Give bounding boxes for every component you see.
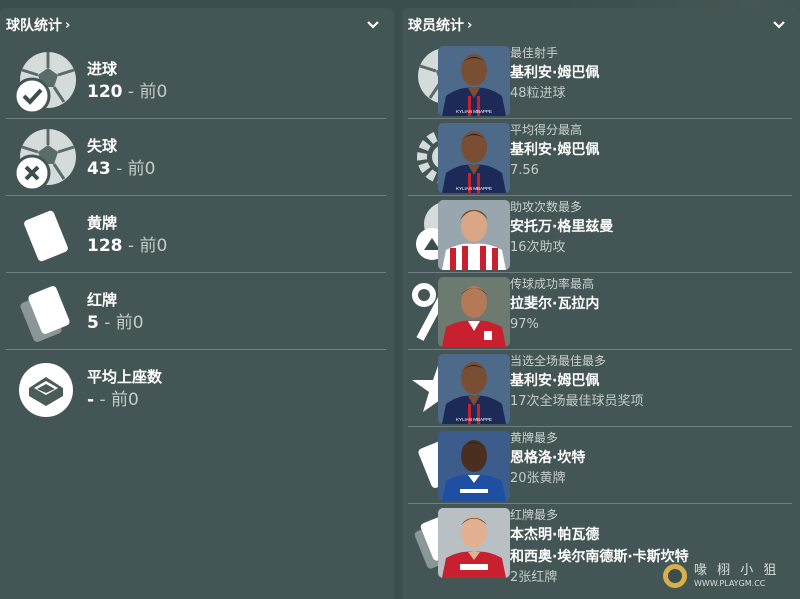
team-stat-goals[interactable]: 进球 120 - 前0 (6, 42, 386, 119)
player-photo[interactable]: KYLIAN MBAPPE (438, 354, 510, 424)
team-stats-collapse-button[interactable] (364, 16, 382, 34)
player-photo[interactable] (438, 200, 510, 270)
goal-conceded-icon (13, 129, 76, 192)
jersey-text: KYLIAN MBAPPE (456, 417, 492, 422)
category-label: 平均得分最高 (510, 123, 583, 137)
stat-separator: - (94, 390, 112, 410)
player-stat-most-motm[interactable]: KYLIAN MBAPPE 当选全场最佳最多 基利安·姆巴佩 17次全场最佳球员… (408, 350, 792, 427)
stat-value: 43 (87, 159, 111, 179)
player-stats-header: 球员统计 › (402, 8, 800, 42)
stat-separator: - (122, 236, 140, 256)
stat-label: 进球 (87, 60, 118, 78)
team-stat-yellow-cards[interactable]: 黄牌 128 - 前0 (6, 196, 386, 273)
player-stat-value: 17次全场最佳球员奖项 (510, 394, 644, 409)
player-name[interactable]: 基利安·姆巴佩 (510, 370, 800, 392)
category-label: 红牌最多 (510, 508, 559, 522)
player-photo[interactable] (438, 431, 510, 501)
player-photo[interactable]: KYLIAN MBAPPE (438, 46, 510, 116)
stat-previous: 前0 (127, 159, 156, 179)
player-stat-value: 48粒进球 (510, 86, 566, 101)
stat-previous: 前0 (139, 236, 168, 256)
player-stat-top-scorer[interactable]: KYLIAN MBAPPE 最佳射手 基利安·姆巴佩 48粒进球 (408, 42, 792, 119)
red-card-icon (20, 286, 70, 342)
stat-separator: - (98, 313, 116, 333)
player-stats-title: 球员统计 (408, 18, 464, 34)
stat-value: 128 (87, 236, 123, 256)
player-stat-value: 16次助攻 (510, 240, 566, 255)
player-stats-collapse-button[interactable] (770, 16, 788, 34)
stat-previous: 前0 (111, 390, 139, 410)
player-stat-value: 20张黄牌 (510, 471, 566, 486)
team-stat-red-cards[interactable]: 红牌 5 - 前0 (6, 273, 386, 350)
stat-label: 黄牌 (87, 214, 118, 232)
team-stats-panel: 球队统计 › 进球 120 - 前0 失球 43 - 前0 黄牌 128 - 前… (0, 8, 394, 599)
category-label: 黄牌最多 (510, 431, 559, 445)
watermark-logo-icon (663, 564, 687, 588)
category-label: 最佳射手 (510, 46, 559, 60)
watermark-text: 喙 栩 小 狙 (694, 563, 780, 578)
player-name[interactable]: 安托万·格里兹曼 (510, 216, 800, 238)
player-stat-value: 97% (510, 317, 539, 332)
goal-scored-icon (13, 52, 76, 115)
team-stat-attendance[interactable]: 平均上座数 - - 前0 (6, 350, 386, 427)
stat-label: 红牌 (87, 291, 118, 309)
player-photo[interactable]: KYLIAN MBAPPE (438, 123, 510, 193)
team-stat-conceded[interactable]: 失球 43 - 前0 (6, 119, 386, 196)
player-name[interactable]: 恩格洛·坎特 (510, 447, 800, 469)
player-name[interactable]: 本杰明·帕瓦德 (510, 524, 800, 546)
player-stat-avg-rating[interactable]: KYLIAN MBAPPE 平均得分最高 基利安·姆巴佩 7.56 (408, 119, 792, 196)
player-photo[interactable] (438, 508, 510, 578)
player-name[interactable]: 拉斐尔·瓦拉内 (510, 293, 800, 315)
stat-value: 120 (87, 82, 123, 102)
chevron-right-icon: › (467, 17, 473, 33)
chevron-down-icon (367, 21, 379, 29)
stat-previous: 前0 (139, 82, 168, 102)
category-label: 传球成功率最高 (510, 277, 595, 291)
stat-separator: - (122, 82, 140, 102)
stat-value: 5 (87, 313, 99, 333)
jersey-text: KYLIAN MBAPPE (456, 186, 492, 191)
category-label: 助攻次数最多 (510, 200, 583, 214)
stat-label: 平均上座数 (87, 368, 163, 386)
category-label: 当选全场最佳最多 (510, 354, 607, 368)
jersey-text: KYLIAN MBAPPE (456, 109, 492, 114)
stat-previous: 前0 (115, 313, 144, 333)
player-stats-panel: 球员统计 › KYLIAN MBAPPE 最佳射手 基利安·姆巴佩 48粒进球 … (402, 8, 800, 599)
chevron-right-icon: › (65, 17, 71, 33)
player-stat-pass-rate[interactable]: 传球成功率最高 拉斐尔·瓦拉内 97% (408, 273, 792, 350)
team-stats-header: 球队统计 › (0, 8, 394, 42)
watermark-url: WWW.PLAYGM.CC (694, 579, 766, 588)
stat-value: - (87, 390, 95, 410)
stat-separator: - (110, 159, 128, 179)
stat-label: 失球 (87, 137, 118, 155)
player-photo[interactable] (438, 277, 510, 347)
stadium-icon (19, 363, 73, 417)
player-stat-most-assists[interactable]: 助攻次数最多 安托万·格里兹曼 16次助攻 (408, 196, 792, 273)
player-stat-value: 7.56 (510, 163, 539, 178)
yellow-card-icon (24, 210, 68, 262)
player-name[interactable]: 基利安·姆巴佩 (510, 62, 800, 84)
team-stats-title: 球队统计 (6, 18, 62, 34)
team-stats-title-link[interactable]: 球队统计 › (6, 15, 70, 35)
player-name[interactable]: 基利安·姆巴佩 (510, 139, 800, 161)
watermark: 喙 栩 小 狙 WWW.PLAYGM.CC (660, 559, 790, 593)
player-stat-most-yellow[interactable]: 黄牌最多 恩格洛·坎特 20张黄牌 (408, 427, 792, 504)
chevron-down-icon (773, 21, 785, 29)
player-stats-title-link[interactable]: 球员统计 › (408, 15, 472, 35)
